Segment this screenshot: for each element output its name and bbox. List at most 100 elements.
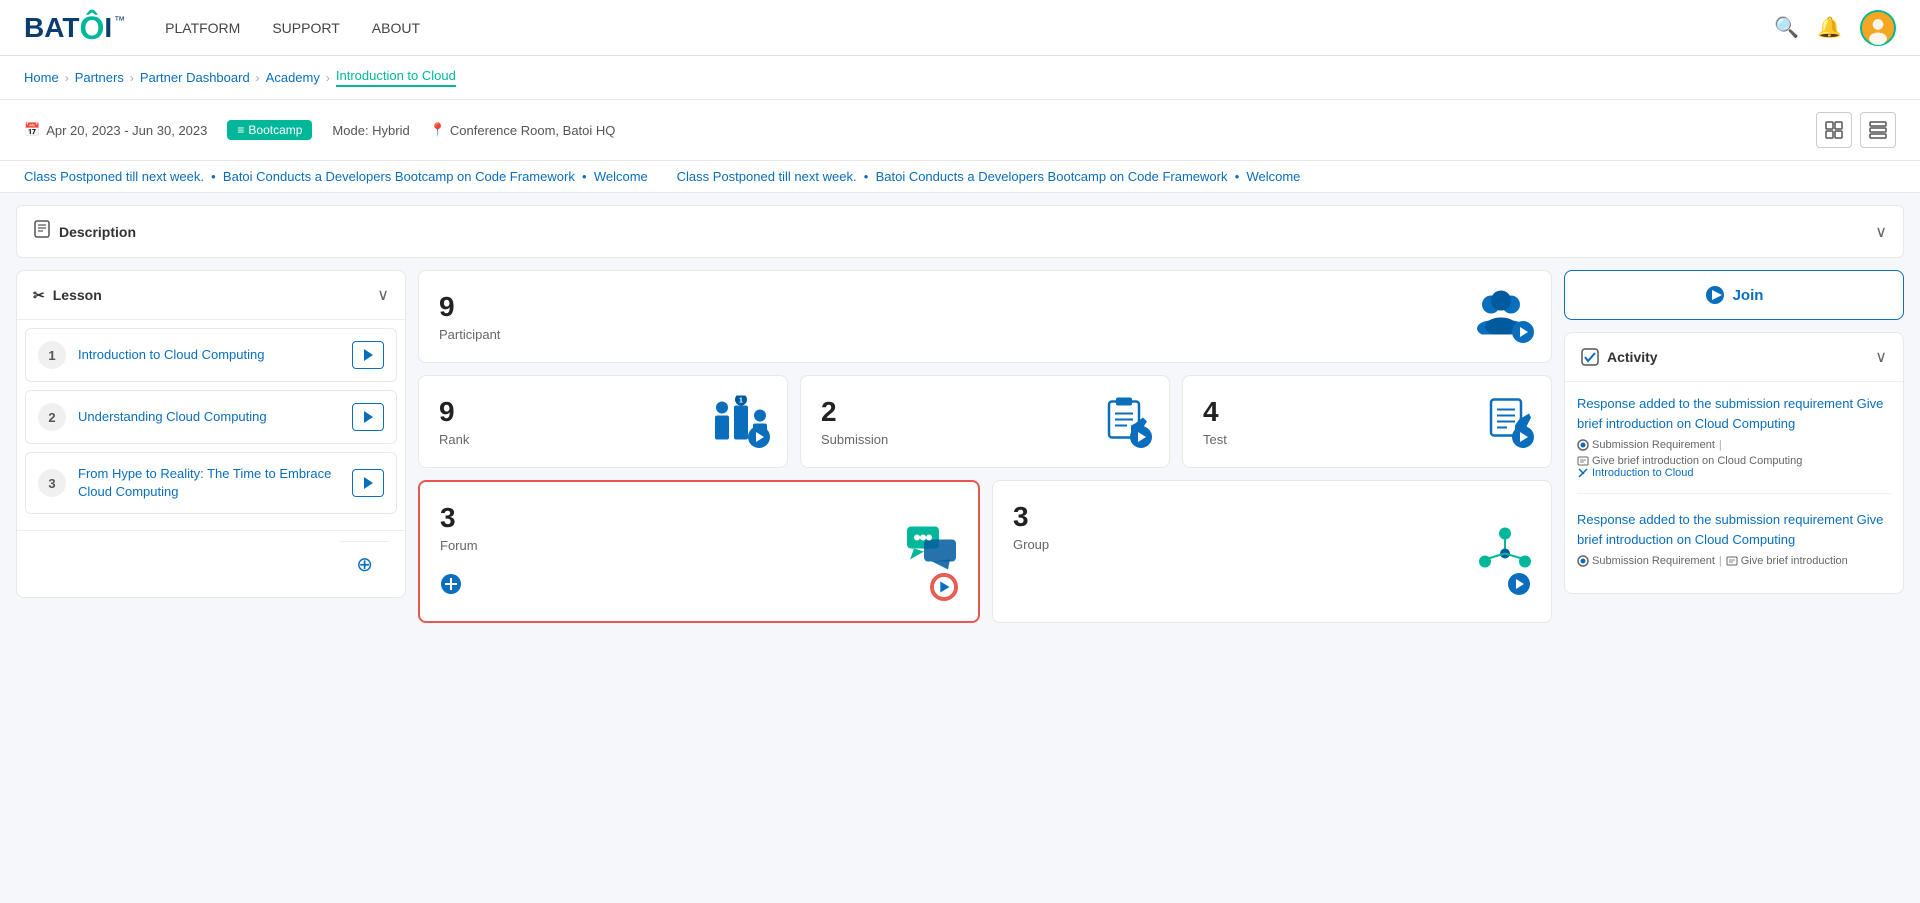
participants-arrow[interactable]	[1511, 320, 1535, 350]
bootcamp-badge: ≡ Bootcamp	[227, 120, 312, 140]
lesson-footer: ⊕	[17, 530, 405, 597]
nav-support[interactable]: SUPPORT	[272, 20, 339, 36]
ticker-text: Class Postponed till next week. • Batoi …	[24, 169, 1300, 184]
participants-count: 9	[439, 291, 1531, 323]
scissors-icon-1	[1577, 467, 1589, 479]
forum-footer	[440, 573, 958, 601]
description-bar[interactable]: Description ∨	[16, 205, 1904, 258]
arrow-circle-test	[1511, 425, 1535, 449]
logo: BAT Ô I ™	[24, 12, 125, 44]
ticker-bar: Class Postponed till next week. • Batoi …	[0, 161, 1920, 193]
test-label: Test	[1203, 432, 1531, 447]
breadcrumb-partner-dashboard[interactable]: Partner Dashboard	[140, 70, 250, 85]
lesson-title-1: Introduction to Cloud Computing	[78, 346, 340, 364]
test-card: 4 Test	[1182, 375, 1552, 468]
lesson-item[interactable]: 3 From Hype to Reality: The Time to Embr…	[25, 452, 397, 514]
lesson-label: Lesson	[53, 287, 102, 303]
activity-item: Response added to the submission require…	[1577, 510, 1891, 581]
arrow-circle-icon	[1511, 320, 1535, 344]
rank-card: 9 Rank 1	[418, 375, 788, 468]
view-toggle-2[interactable]	[1860, 112, 1896, 148]
grid-icon	[1825, 121, 1843, 139]
nav-about[interactable]: ABOUT	[372, 20, 420, 36]
activity-header-left: Activity	[1581, 348, 1658, 366]
activity-title-2[interactable]: Response added to the submission require…	[1577, 510, 1891, 549]
view-toggle-1[interactable]	[1816, 112, 1852, 148]
breadcrumb-home[interactable]: Home	[24, 70, 59, 85]
forum-icon	[906, 525, 958, 578]
location-text: Conference Room, Batoi HQ	[450, 123, 615, 138]
meta-actions	[1816, 112, 1896, 148]
nav-platform[interactable]: PLATFORM	[165, 20, 240, 36]
group-card: 3 Group	[992, 480, 1552, 623]
meta-label-2: Give brief introduction	[1741, 555, 1848, 567]
meta-type-1: Submission Requirement	[1592, 439, 1715, 451]
bell-icon[interactable]: 🔔	[1817, 15, 1842, 40]
lesson-title-3: From Hype to Reality: The Time to Embrac…	[78, 465, 340, 501]
radio-icon-1	[1577, 439, 1589, 451]
activity-title-1[interactable]: Response added to the submission require…	[1577, 394, 1891, 433]
avatar[interactable]	[1860, 10, 1896, 46]
logo-accent: Ô	[79, 12, 104, 44]
lesson-item[interactable]: 1 Introduction to Cloud Computing	[25, 328, 397, 382]
add-circle-icon	[440, 573, 462, 595]
description-icon	[33, 220, 51, 243]
test-arrow[interactable]	[1511, 425, 1535, 455]
list-icon-2	[1726, 555, 1738, 567]
lesson-num-2: 2	[38, 403, 66, 431]
logo-text: BAT	[24, 12, 79, 44]
avatar-image	[1862, 10, 1894, 46]
forum-count: 3	[440, 502, 958, 534]
top-navigation: BAT Ô I ™ PLATFORM SUPPORT ABOUT 🔍 🔔	[0, 0, 1920, 56]
rank-arrow[interactable]	[747, 425, 771, 455]
participants-card: 9 Participant	[418, 270, 1552, 363]
meta-sep-2: |	[1719, 555, 1722, 567]
lesson-panel: ✂ Lesson ∨ 1 Introduction to Cloud Compu…	[16, 270, 406, 598]
network-icon	[1479, 525, 1531, 569]
lesson-num-3: 3	[38, 469, 66, 497]
doc-icon	[33, 220, 51, 238]
meta-date: 📅 Apr 20, 2023 - Jun 30, 2023	[24, 122, 207, 138]
group-icon	[1479, 525, 1531, 578]
lesson-nav-btn-2[interactable]	[352, 403, 384, 431]
lesson-more-arrow[interactable]: ⊕	[340, 541, 389, 587]
meta-badge-2: Submission Requirement	[1577, 555, 1715, 567]
activity-meta-1: Submission Requirement | Give brief intr…	[1577, 439, 1891, 467]
search-icon[interactable]: 🔍	[1774, 15, 1799, 40]
forum-add-icon[interactable]	[440, 573, 462, 601]
breadcrumb-partners[interactable]: Partners	[75, 70, 124, 85]
lesson-header[interactable]: ✂ Lesson ∨	[17, 271, 405, 320]
nav-right: 🔍 🔔	[1774, 10, 1896, 46]
join-button[interactable]: Join	[1564, 270, 1904, 320]
meta-mode: Mode: Hybrid	[332, 123, 409, 138]
meta-sep-1: |	[1719, 439, 1722, 451]
right-panel: Join Activity ∨ Response added to the su…	[1564, 270, 1904, 623]
breadcrumb-sep-1: ›	[65, 71, 69, 85]
lesson-header-left: ✂ Lesson	[33, 287, 102, 304]
main-layout: ✂ Lesson ∨ 1 Introduction to Cloud Compu…	[0, 270, 1920, 639]
description-chevron: ∨	[1875, 222, 1887, 242]
breadcrumb-sep-4: ›	[326, 71, 330, 85]
forum-card: 3 Forum	[418, 480, 980, 623]
join-icon	[1705, 285, 1725, 305]
activity-header[interactable]: Activity ∨	[1565, 333, 1903, 382]
breadcrumb-academy[interactable]: Academy	[266, 70, 320, 85]
radio-icon-2	[1577, 555, 1589, 567]
lesson-items: 1 Introduction to Cloud Computing 2 Unde…	[17, 320, 405, 530]
meta-badge-1: Submission Requirement	[1577, 439, 1715, 451]
submission-arrow[interactable]	[1129, 425, 1153, 455]
lesson-nav-btn-3[interactable]	[352, 469, 384, 497]
activity-item: Response added to the submission require…	[1577, 394, 1891, 494]
activity-items: Response added to the submission require…	[1565, 382, 1903, 593]
svg-text:1: 1	[739, 397, 743, 404]
location-icon: 📍	[430, 122, 446, 138]
calendar-icon: 📅	[24, 122, 40, 138]
breadcrumb: Home › Partners › Partner Dashboard › Ac…	[0, 56, 1920, 100]
activity-link-1[interactable]: Introduction to Cloud	[1577, 467, 1891, 479]
lesson-nav-btn-1[interactable]	[352, 341, 384, 369]
submission-card: 2 Submission	[800, 375, 1170, 468]
lesson-item[interactable]: 2 Understanding Cloud Computing	[25, 390, 397, 444]
activity-chevron: ∨	[1875, 347, 1887, 367]
group-count: 3	[1013, 501, 1531, 533]
description-bar-left: Description	[33, 220, 136, 243]
